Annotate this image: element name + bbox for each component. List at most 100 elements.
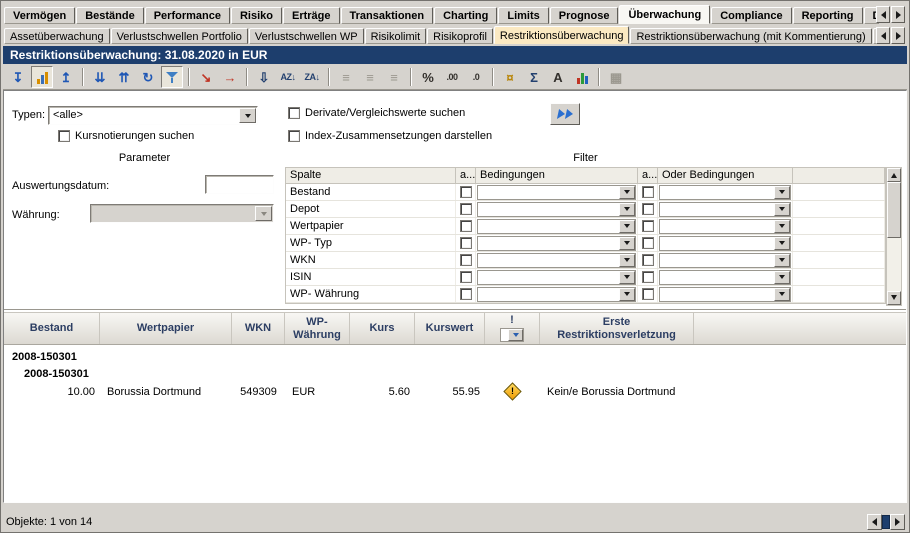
chevron-down-icon[interactable] [619, 186, 635, 199]
bedingungen-select[interactable] [477, 287, 636, 302]
subtab-restriktionsueberwachung-kommentierung[interactable]: Restriktionsüberwachung (mit Kommentieru… [630, 28, 871, 44]
subtab-assetueberwachung[interactable]: Assetüberwachung [4, 28, 110, 44]
drilldown-button[interactable]: ↘ [195, 66, 217, 88]
chevron-down-icon[interactable] [774, 203, 790, 216]
scrollbar-thumb[interactable] [882, 515, 890, 529]
align-left-button[interactable]: ≡ [335, 66, 357, 88]
collapse-all-button[interactable]: ⇈ [113, 66, 135, 88]
tab-transaktionen[interactable]: Transaktionen [341, 7, 434, 24]
col-wertpapier[interactable]: Wertpapier [100, 313, 232, 344]
filter-and-checkbox[interactable] [460, 271, 472, 283]
filter-or-checkbox[interactable] [642, 271, 654, 283]
col-kurs[interactable]: Kurs [350, 313, 415, 344]
search-button[interactable] [550, 103, 580, 125]
auswertungsdatum-input[interactable] [205, 175, 274, 194]
tab-ertraege[interactable]: Erträge [283, 7, 340, 24]
chevron-down-icon[interactable] [619, 203, 635, 216]
sort-descending-button[interactable]: ZA↓ [301, 66, 323, 88]
subtab-restriktionsueberwachung[interactable]: Restriktionsüberwachung [494, 26, 630, 44]
subtab-risikoprofil[interactable]: Risikoprofil [427, 28, 493, 44]
align-center-button[interactable]: ≡ [359, 66, 381, 88]
bedingungen-select[interactable] [477, 219, 636, 234]
filter-and-checkbox[interactable] [460, 203, 472, 215]
alert-filter-dropdown[interactable] [500, 328, 524, 342]
bedingungen-select[interactable] [477, 270, 636, 285]
scroll-up-icon[interactable] [887, 168, 901, 182]
tab-ueberwachung[interactable]: Überwachung [619, 5, 710, 24]
goto-chart-button[interactable]: → [219, 66, 241, 88]
chevron-down-icon[interactable] [774, 186, 790, 199]
chevron-down-icon[interactable] [774, 288, 790, 301]
scroll-right-icon[interactable] [890, 514, 905, 530]
chevron-down-icon[interactable] [239, 108, 256, 123]
col-kurswert[interactable]: Kurswert [415, 313, 485, 344]
expand-all-button[interactable]: ⇊ [89, 66, 111, 88]
filter-or-checkbox[interactable] [642, 203, 654, 215]
oder-bedingungen-select[interactable] [659, 236, 791, 251]
subtab-verlustschwellen-wp[interactable]: Verlustschwellen WP [249, 28, 364, 44]
scrollbar-thumb[interactable] [887, 182, 901, 238]
scroll-right-icon[interactable] [891, 27, 905, 44]
oder-bedingungen-select[interactable] [659, 270, 791, 285]
oder-bedingungen-select[interactable] [659, 287, 791, 302]
bedingungen-select[interactable] [477, 236, 636, 251]
chevron-down-icon[interactable] [619, 220, 635, 233]
subtab-verlustschwellen-portfolio[interactable]: Verlustschwellen Portfolio [111, 28, 248, 44]
bedingungen-select[interactable] [477, 202, 636, 217]
remove-decimal-button[interactable]: .0 [465, 66, 487, 88]
tab-reporting[interactable]: Reporting [793, 7, 863, 24]
filter-and-checkbox[interactable] [460, 186, 472, 198]
filter-and-checkbox[interactable] [460, 220, 472, 232]
horizontal-scrollbar[interactable] [867, 514, 905, 530]
waehrung-select[interactable] [90, 204, 274, 223]
tab-compliance[interactable]: Compliance [711, 7, 791, 24]
scroll-down-icon[interactable] [887, 291, 901, 305]
bedingungen-select[interactable] [477, 185, 636, 200]
table-row[interactable]: 10.00 Borussia Dortmund 549309 EUR 5.60 … [4, 383, 906, 400]
chevron-down-icon[interactable] [619, 288, 635, 301]
scroll-left-icon[interactable] [876, 6, 890, 23]
filter-or-checkbox[interactable] [642, 288, 654, 300]
filter-and-checkbox[interactable] [460, 237, 472, 249]
scroll-left-icon[interactable] [867, 514, 882, 530]
subtotals-button[interactable]: ⇩ [253, 66, 275, 88]
chart-view-button[interactable] [31, 66, 53, 88]
bedingungen-select[interactable] [477, 253, 636, 268]
filter-and-checkbox[interactable] [460, 254, 472, 266]
oder-bedingungen-select[interactable] [659, 253, 791, 268]
sort-ascending-button[interactable]: AZ↓ [277, 66, 299, 88]
tab-risiko[interactable]: Risiko [231, 7, 282, 24]
tab-charting[interactable]: Charting [434, 7, 497, 24]
col-erste-restriktionsverletzung[interactable]: Erste Restriktionsverletzung [540, 313, 694, 344]
export-up-button[interactable]: ↥ [55, 66, 77, 88]
tab-vermoegen[interactable]: Vermögen [4, 7, 75, 24]
filter-or-checkbox[interactable] [642, 220, 654, 232]
chevron-down-icon[interactable] [619, 271, 635, 284]
export-down-button[interactable]: ↧ [7, 66, 29, 88]
chevron-down-icon[interactable] [774, 254, 790, 267]
filter-scrollbar[interactable] [886, 167, 902, 306]
oder-bedingungen-select[interactable] [659, 219, 791, 234]
chevron-down-icon[interactable] [619, 254, 635, 267]
grid-button[interactable]: ▦ [605, 66, 627, 88]
index-checkbox[interactable] [288, 130, 300, 142]
oder-bedingungen-select[interactable] [659, 185, 791, 200]
refresh-button[interactable]: ↻ [137, 66, 159, 88]
filter-button[interactable] [161, 66, 183, 88]
tab-bestaende[interactable]: Bestände [76, 7, 144, 24]
col-wkn[interactable]: WKN [232, 313, 285, 344]
sum-button[interactable]: Σ [523, 66, 545, 88]
typen-select[interactable]: <alle> [48, 106, 258, 125]
scroll-left-icon[interactable] [876, 27, 890, 44]
chevron-down-icon[interactable] [508, 329, 523, 341]
add-decimal-button[interactable]: .00 [441, 66, 463, 88]
tab-prognose[interactable]: Prognose [550, 7, 619, 24]
derivate-checkbox[interactable] [288, 107, 300, 119]
font-button[interactable]: A [547, 66, 569, 88]
filter-and-checkbox[interactable] [460, 288, 472, 300]
col-alert[interactable]: ! [485, 313, 540, 344]
chevron-down-icon[interactable] [774, 237, 790, 250]
percent-button[interactable]: % [417, 66, 439, 88]
chart-colors-button[interactable] [571, 66, 593, 88]
tab-performance[interactable]: Performance [145, 7, 230, 24]
